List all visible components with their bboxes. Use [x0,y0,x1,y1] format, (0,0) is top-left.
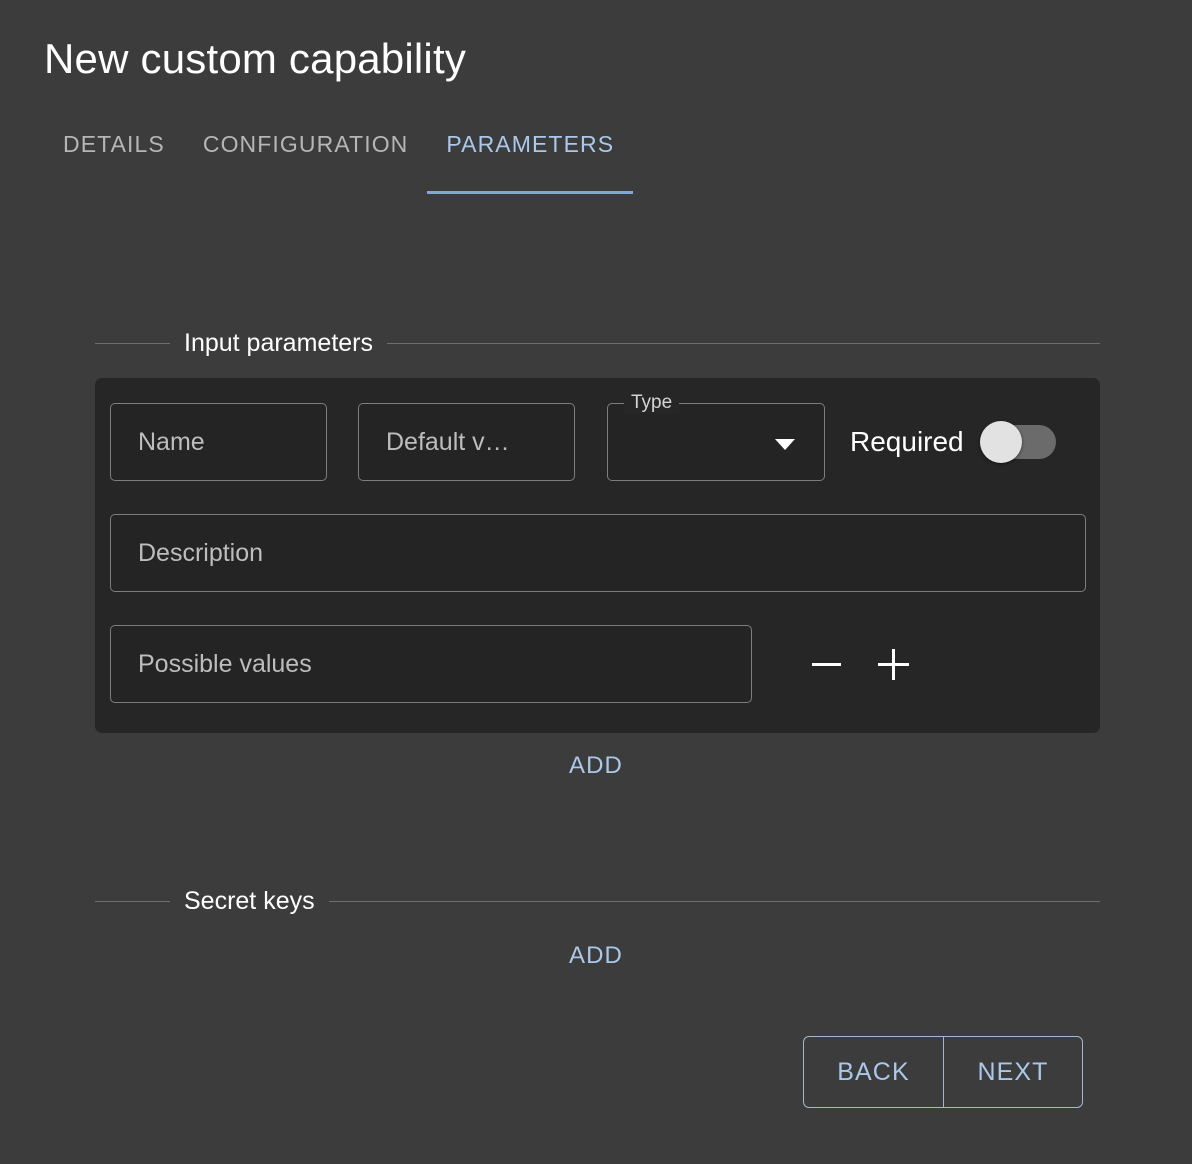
wizard-nav-buttons: BACK NEXT [803,1036,1083,1108]
plus-icon [877,648,909,680]
parameter-possible-values-placeholder: Possible values [138,649,312,678]
parameter-row-primary: Name Default v… Type Required [110,392,1056,481]
parameter-possible-values-input[interactable]: Possible values [110,625,752,703]
parameter-required-label: Required [850,426,964,457]
input-parameters-section-header: Input parameters [95,328,1100,357]
parameter-default-value-input[interactable]: Default v… [358,403,575,481]
parameter-card: Name Default v… Type Required Descriptio… [95,378,1100,733]
parameter-default-value-placeholder: Default v… [386,427,510,456]
tab-details[interactable]: DETAILS [44,122,184,194]
add-possible-value-button[interactable] [870,641,916,687]
remove-possible-value-button[interactable] [803,641,849,687]
tab-configuration[interactable]: CONFIGURATION [184,122,428,194]
legend-rule-left [95,342,170,344]
legend-rule-right [387,342,1100,344]
parameter-type-label: Type [624,392,680,414]
toggle-knob [979,421,1022,463]
chevron-down-icon [775,439,795,450]
parameter-description-placeholder: Description [138,538,264,567]
minus-icon [811,662,841,666]
secret-keys-legend: Secret keys [184,886,315,915]
parameter-type-select[interactable]: Type [607,392,825,481]
tab-details-label: DETAILS [63,131,165,157]
back-button[interactable]: BACK [804,1037,943,1107]
input-parameters-legend: Input parameters [184,328,373,357]
parameter-possible-values-row: Possible values [110,625,916,703]
legend-rule-left [95,900,170,902]
legend-rule-right [328,900,1100,902]
secret-keys-section-header: Secret keys [95,886,1100,915]
parameter-description-input[interactable]: Description [110,514,1086,592]
parameter-required-group: Required [850,421,1056,463]
page-title: New custom capability [44,35,467,82]
tab-configuration-label: CONFIGURATION [202,131,409,157]
add-secret-key-button[interactable]: ADD [569,942,623,970]
parameter-name-input[interactable]: Name [110,403,327,481]
tab-parameters[interactable]: PARAMETERS [427,122,633,194]
parameter-name-placeholder: Name [138,427,205,456]
tab-bar: DETAILS CONFIGURATION PARAMETERS [44,122,633,194]
parameter-required-toggle[interactable] [979,421,1056,463]
tab-parameters-label: PARAMETERS [446,131,615,157]
next-button[interactable]: NEXT [943,1037,1082,1107]
add-input-parameter-button[interactable]: ADD [569,752,623,780]
